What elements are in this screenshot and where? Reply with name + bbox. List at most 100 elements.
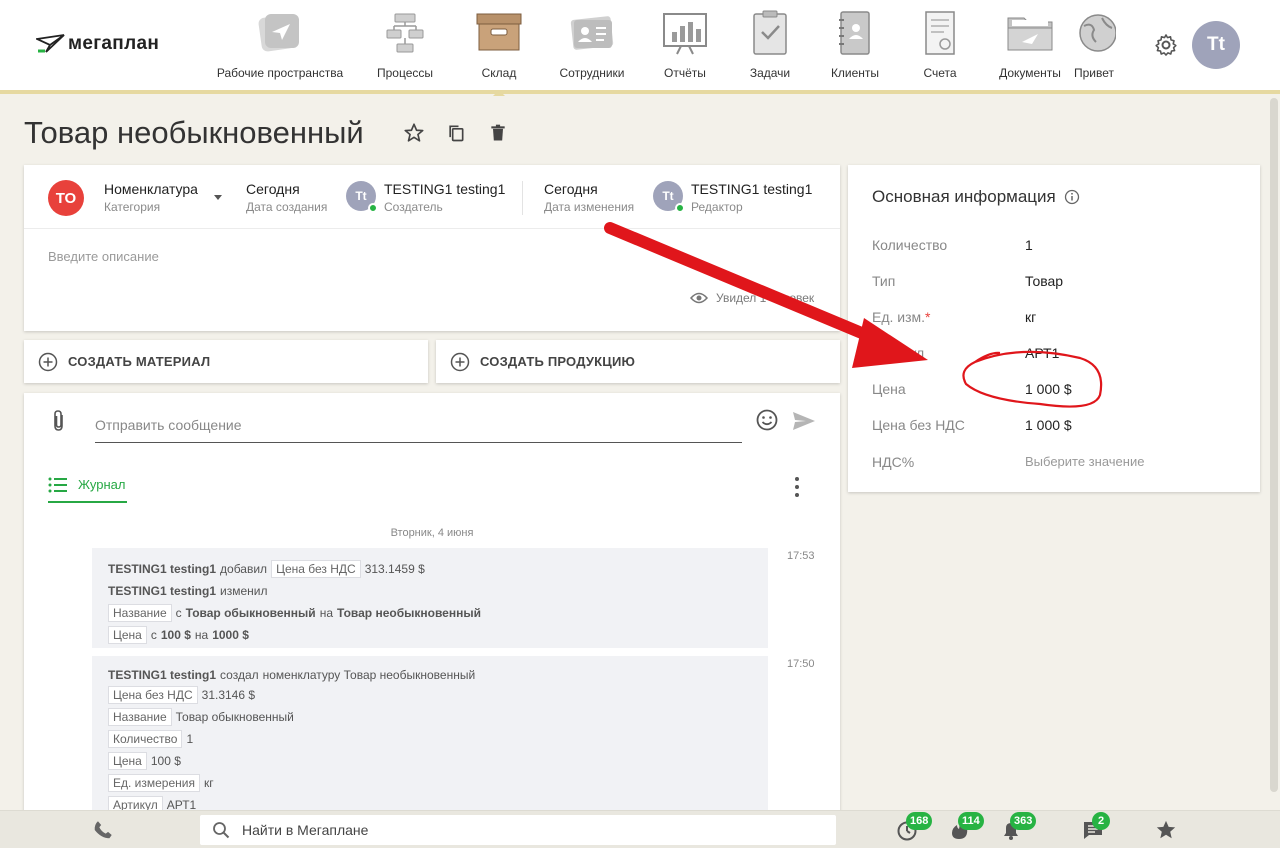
create-product-button[interactable]: СОЗДАТЬ ПРОДУКЦИЮ (436, 340, 840, 383)
scrollbar-thumb[interactable] (1270, 98, 1278, 792)
editor[interactable]: TESTING1 testing1 Редактор (691, 181, 812, 214)
log-value: кг (203, 776, 214, 790)
editor-initials: Tt (662, 189, 674, 203)
more-options-icon[interactable] (794, 477, 800, 497)
nav-item-processes[interactable]: Процессы (350, 10, 460, 90)
description-field[interactable]: Введите описание (48, 249, 159, 264)
item-type-badge: ТО (48, 180, 84, 216)
seen-by[interactable]: Увидел 1 человек (690, 291, 814, 305)
log-time: 17:50 (787, 658, 815, 670)
creator-avatar[interactable]: Tt (346, 181, 378, 213)
log-action: добавил (220, 562, 268, 576)
creator-name: TESTING1 testing1 (384, 181, 506, 197)
delete-trash-icon[interactable] (486, 121, 510, 145)
info-key: Ед. изм.* (872, 309, 931, 325)
info-value: 1 000 $ (1025, 381, 1072, 397)
log-line: Цена без НДС 31.3146 $ (108, 684, 752, 706)
megaplan-logo[interactable]: мегаплан (36, 33, 159, 55)
divider (522, 181, 523, 215)
nav-item-clients[interactable]: Клиенты (816, 10, 894, 90)
info-row-type[interactable]: Тип Товар (872, 273, 1242, 293)
editor-avatar[interactable]: Tt (653, 181, 685, 213)
log-user[interactable]: TESTING1 testing1 (108, 562, 216, 576)
log-value: 31.3146 $ (201, 688, 256, 702)
log-field-tag: Цена без НДС (271, 560, 361, 578)
category-selector[interactable]: Номенклатура Категория (104, 181, 198, 214)
log-time: 17:53 (787, 550, 815, 562)
nav-item-warehouse[interactable]: Склад (460, 10, 538, 96)
favorites-star-icon[interactable] (1155, 819, 1177, 841)
editor-name: TESTING1 testing1 (691, 181, 813, 197)
hot-flame-icon[interactable]: 114 (948, 812, 984, 841)
timer-icon[interactable]: 168 (896, 812, 933, 841)
editor-label: Редактор (691, 200, 743, 214)
message-input[interactable] (95, 407, 742, 443)
nav-label: Отчёты (664, 66, 706, 80)
copy-icon[interactable] (444, 121, 468, 145)
workspaces-icon (256, 10, 304, 56)
nav-item-workspaces[interactable]: Рабочие пространства (210, 10, 350, 90)
log-entry: TESTING1 testing1 добавил Цена без НДС 3… (92, 548, 768, 648)
nav-item-greetings[interactable]: Привет (1074, 10, 1116, 90)
log-action: создал (220, 668, 259, 682)
phone-icon[interactable] (92, 819, 114, 846)
vat-select-placeholder[interactable]: Выберите значение (1025, 454, 1144, 469)
date-separator: Вторник, 4 июня (390, 527, 474, 539)
page-scrollbar[interactable] (1268, 98, 1280, 810)
info-row-unit[interactable]: Ед. изм.* кг (872, 309, 1242, 329)
staff-icon (568, 10, 616, 56)
log-field-tag: Цена (108, 752, 147, 770)
info-row-sku[interactable]: Артикул АРТ1 (872, 345, 1242, 365)
info-value: 1 (1025, 237, 1033, 253)
log-user[interactable]: TESTING1 testing1 (108, 584, 216, 598)
creator[interactable]: TESTING1 testing1 Создатель (384, 181, 505, 214)
create-product-label: СОЗДАТЬ ПРОДУКЦИЮ (480, 354, 636, 369)
nav-item-reports[interactable]: Отчёты (646, 10, 724, 90)
timer-badge: 168 (906, 812, 933, 830)
info-row-price[interactable]: Цена 1 000 $ (872, 381, 1242, 401)
attach-paperclip-icon[interactable] (50, 409, 68, 438)
log-connector: с (175, 606, 182, 620)
info-row-price-no-vat[interactable]: Цена без НДС 1 000 $ (872, 417, 1242, 437)
plus-circle-icon (38, 352, 58, 371)
chevron-down-icon[interactable] (214, 195, 222, 200)
messages-badge: 2 (1092, 812, 1110, 830)
chat-journal-card: Журнал Вторник, 4 июня TESTING1 testing1… (24, 393, 840, 823)
nav-item-tasks[interactable]: Задачи (724, 10, 816, 90)
create-material-label: СОЗДАТЬ МАТЕРИАЛ (68, 354, 211, 369)
nav-label: Счета (923, 66, 957, 80)
settings-gear-icon[interactable] (1154, 33, 1178, 57)
nav-label: Клиенты (830, 66, 880, 80)
favorite-star-icon[interactable] (402, 121, 426, 145)
log-text: номенклатуру Товар необыкновенный (262, 668, 476, 682)
messages-chat-icon[interactable]: 2 (1082, 812, 1110, 841)
modified-value: Сегодня (544, 181, 598, 197)
notifications-bell-icon[interactable]: 363 (1000, 812, 1037, 841)
modified-date: Сегодня Дата изменения (544, 181, 634, 214)
info-icon[interactable] (1064, 189, 1080, 205)
create-material-button[interactable]: СОЗДАТЬ МАТЕРИАЛ (24, 340, 428, 383)
nav-label: Рабочие пространства (216, 66, 344, 80)
eye-icon (690, 292, 708, 304)
main-nav: Рабочие пространства Процессы Склад Сотр… (210, 10, 1116, 96)
nav-item-staff[interactable]: Сотрудники (538, 10, 646, 90)
info-key-text: Ед. изм. (872, 309, 926, 325)
global-search[interactable] (200, 815, 836, 845)
log-line: Цена 100 $ (108, 750, 752, 772)
nav-item-documents[interactable]: Документы (986, 10, 1074, 90)
log-line: TESTING1 testing1 создал номенклатуру То… (108, 666, 752, 684)
info-key: Цена (872, 381, 906, 397)
user-avatar[interactable]: Tt (1192, 21, 1240, 69)
log-field-tag: Цена (108, 626, 147, 644)
nav-item-invoices[interactable]: Счета (894, 10, 986, 90)
info-value: 1 000 $ (1025, 417, 1072, 433)
info-title: Основная информация (872, 187, 1080, 207)
emoji-icon[interactable] (756, 409, 778, 436)
info-row-vat[interactable]: НДС% Выберите значение (872, 454, 1242, 474)
tab-journal[interactable]: Журнал (48, 477, 128, 503)
global-search-input[interactable] (242, 815, 822, 845)
online-status-dot (368, 203, 378, 213)
log-user[interactable]: TESTING1 testing1 (108, 668, 216, 682)
info-row-quantity[interactable]: Количество 1 (872, 237, 1242, 257)
send-icon[interactable] (792, 411, 816, 436)
